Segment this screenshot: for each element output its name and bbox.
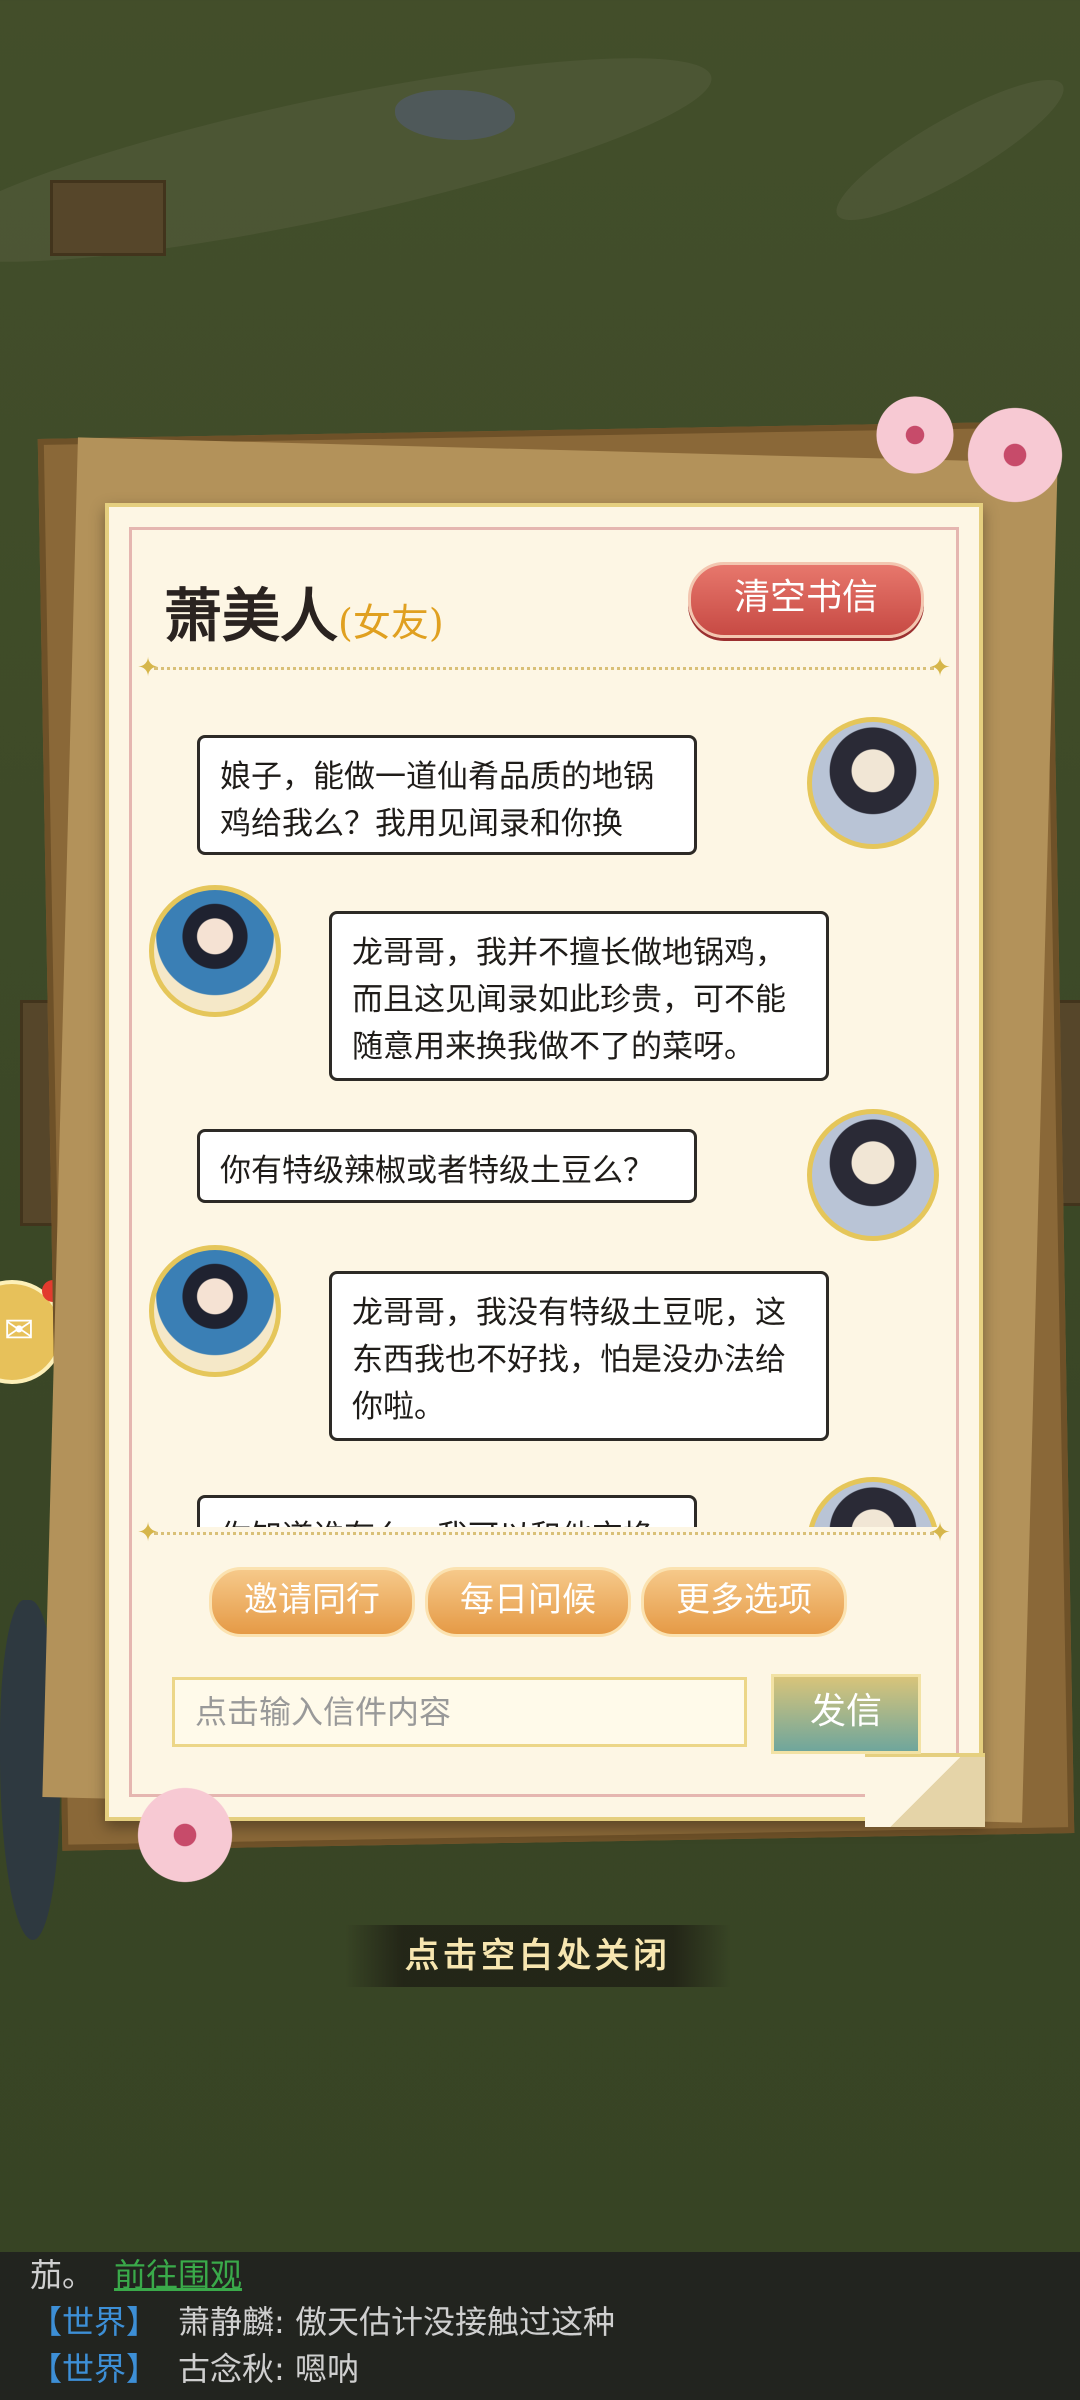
go-watch-link[interactable]: 前往围观 — [114, 2256, 242, 2294]
divider-bottom: ✦ ✦ — [137, 1519, 951, 1547]
blossom-icon — [130, 1780, 240, 1890]
chat-icon: ✉ — [4, 1310, 35, 1351]
daily-greeting-button[interactable]: 每日问候 — [425, 1567, 631, 1637]
chat-partial-text: 茄。 — [30, 2256, 95, 2294]
message-list[interactable]: 娘子，能做一道仙肴品质的地锅鸡给我么？我用见闻录和你换 龙哥哥，我并不擅长做地锅… — [149, 717, 939, 1527]
clear-letters-button[interactable]: 清空书信 — [688, 562, 924, 638]
more-options-button[interactable]: 更多选项 — [641, 1567, 847, 1637]
message-bubble: 龙哥哥，我没有特级土豆呢，这东西我也不好找，怕是没办法给你啦。 — [329, 1271, 829, 1441]
message-item: 娘子，能做一道仙肴品质的地锅鸡给我么？我用见闻录和你换 — [149, 717, 939, 857]
chat-line: 【世界】 古念秋: 嗯呐 — [30, 2350, 359, 2388]
channel-tag: 【世界】 — [30, 2303, 159, 2341]
world-chat-bar[interactable]: 茄。 前往围观 【世界】 萧静麟: 傲天估计没接触过这种 【世界】 古念秋: 嗯呐 — [0, 2252, 1080, 2400]
message-item: 龙哥哥，我并不擅长做地锅鸡，而且这见闻录如此珍贵，可不能随意用来换我做不了的菜呀… — [149, 885, 939, 1081]
message-item: 你有特级辣椒或者特级土豆么？ — [149, 1109, 939, 1249]
sparkle-icon: ✦ — [137, 1518, 159, 1548]
message-item: 你知道谁有么，我可以和他交换 — [149, 1477, 939, 1527]
page-curl — [865, 1753, 985, 1827]
recipient-name: 萧美人 — [164, 582, 339, 650]
chat-line: 茄。 前往围观 — [30, 2252, 1080, 2299]
message-bubble: 龙哥哥，我并不擅长做地锅鸡，而且这见闻录如此珍贵，可不能随意用来换我做不了的菜呀… — [329, 911, 829, 1081]
blossom-icon — [870, 390, 960, 480]
letter-panel: 萧美人(女友) 清空书信 ✦ ✦ 娘子，能做一道仙肴品质的地锅鸡给我么？我用见闻… — [105, 503, 985, 1827]
chat-user[interactable]: 萧静麟 — [178, 2303, 274, 2341]
chat-text: 嗯呐 — [294, 2350, 359, 2388]
sparkle-icon: ✦ — [137, 653, 159, 683]
avatar-female[interactable] — [149, 885, 281, 1017]
divider-top: ✦ ✦ — [137, 654, 951, 682]
avatar-female[interactable] — [149, 1245, 281, 1377]
sparkle-icon: ✦ — [929, 653, 951, 683]
letter-title: 萧美人(女友) — [164, 569, 444, 653]
avatar-male[interactable] — [807, 1109, 939, 1241]
letter-input[interactable]: 点击输入信件内容 — [172, 1677, 747, 1747]
avatar-male[interactable] — [807, 717, 939, 849]
send-button[interactable]: 发信 — [771, 1674, 921, 1754]
message-bubble: 你有特级辣椒或者特级土豆么？ — [197, 1129, 697, 1203]
message-bubble: 娘子，能做一道仙肴品质的地锅鸡给我么？我用见闻录和你换 — [197, 735, 697, 855]
blossom-icon — [960, 400, 1070, 510]
close-hint[interactable]: 点击空白处关闭 — [345, 1925, 731, 1987]
sparkle-icon: ✦ — [929, 1518, 951, 1548]
channel-tag: 【世界】 — [30, 2350, 159, 2388]
chat-text: 傲天估计没接触过这种 — [294, 2303, 615, 2341]
chat-user[interactable]: 古念秋 — [178, 2350, 274, 2388]
chat-line: 【世界】 萧静麟: 傲天估计没接触过这种 — [30, 2303, 615, 2341]
message-item: 龙哥哥，我没有特级土豆呢，这东西我也不好找，怕是没办法给你啦。 — [149, 1245, 939, 1445]
invite-travel-button[interactable]: 邀请同行 — [209, 1567, 415, 1637]
relation-label: (女友) — [338, 601, 444, 645]
message-bubble: 你知道谁有么，我可以和他交换 — [197, 1495, 697, 1527]
avatar-male[interactable] — [807, 1477, 939, 1527]
